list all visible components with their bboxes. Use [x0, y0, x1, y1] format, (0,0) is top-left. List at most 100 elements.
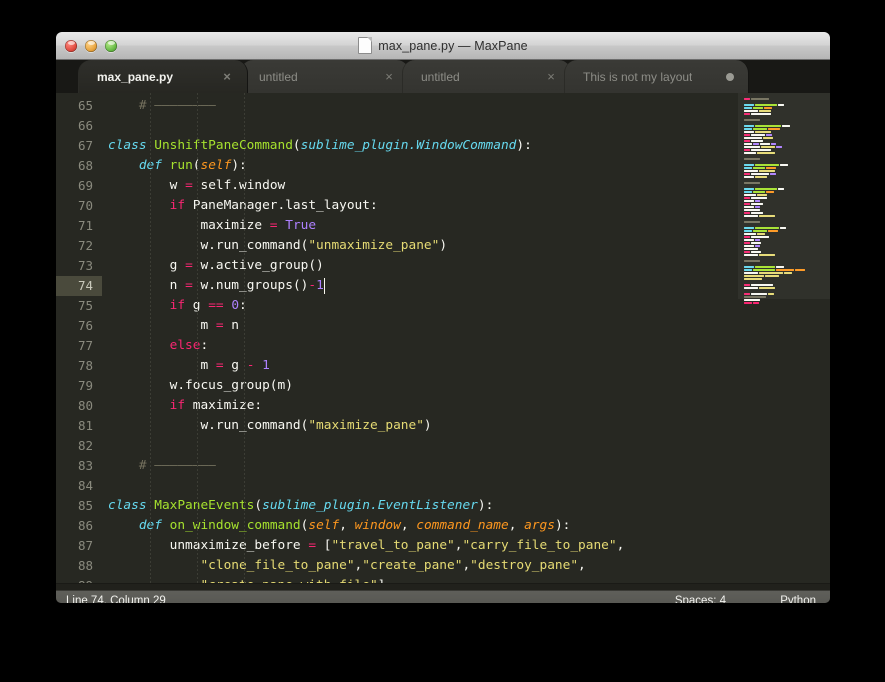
minimap-segment [744, 220, 760, 223]
tab-close-icon[interactable]: × [383, 70, 395, 83]
minimap-segment [753, 127, 767, 130]
minimap-segment [744, 199, 754, 202]
code-line[interactable] [108, 476, 738, 496]
line-number: 67 [77, 138, 93, 153]
line-number: 76 [77, 318, 93, 333]
horizontal-scrollbar[interactable] [56, 583, 830, 590]
minimap-segment [751, 283, 773, 286]
code-token: "unmaximize_pane" [308, 238, 440, 253]
code-line[interactable]: maximize = True [108, 216, 738, 236]
code-token: = [185, 258, 193, 273]
code-line[interactable]: if PaneManager.last_layout: [108, 196, 738, 216]
minimap-segment [744, 214, 758, 217]
status-bar: Line 74, Column 29 Spaces: 4 Python [56, 590, 830, 603]
code-token: window [354, 518, 401, 533]
line-number: 72 [77, 238, 93, 253]
code-line[interactable]: unmaximize_before = ["travel_to_pane","c… [108, 536, 738, 556]
minimap-segment [744, 142, 752, 145]
code-line[interactable]: m = n [108, 316, 738, 336]
minimap-segment [744, 193, 756, 196]
code-token: == [208, 298, 224, 313]
minimap-segment [744, 238, 754, 241]
code-content[interactable]: # ———————— class UnshiftPaneCommand(subl… [102, 93, 738, 583]
code-token: if [169, 298, 193, 313]
line-number: 88 [77, 558, 93, 573]
tab-unsaved-dot-icon[interactable] [726, 72, 734, 81]
code-line[interactable]: n = w.num_groups()-1 [108, 276, 738, 296]
minimap-segment [744, 163, 754, 166]
code-line[interactable] [108, 116, 738, 136]
code-line[interactable] [108, 436, 738, 456]
code-line[interactable]: def run(self): [108, 156, 738, 176]
code-token: g [169, 258, 186, 273]
minimap-segment [766, 190, 774, 193]
code-line[interactable]: w.run_command("unmaximize_pane") [108, 236, 738, 256]
line-number: 86 [77, 518, 93, 533]
minimize-window-button[interactable] [85, 39, 97, 52]
minimap-segment [744, 151, 756, 154]
minimap-segment [755, 187, 777, 190]
code-line[interactable]: w.run_command("maximize_pane") [108, 416, 738, 436]
line-number: 68 [77, 158, 93, 173]
code-line[interactable]: class UnshiftPaneCommand(sublime_plugin.… [108, 136, 738, 156]
tab-untitled-1[interactable]: untitled × [240, 60, 410, 93]
tab-untitled-2[interactable]: untitled × [402, 60, 572, 93]
minimap-segment [744, 253, 758, 256]
code-line[interactable]: if maximize: [108, 396, 738, 416]
minimap-segment [744, 241, 750, 244]
code-line[interactable]: class MaxPaneEvents(sublime_plugin.Event… [108, 496, 738, 516]
minimap-segment [744, 124, 754, 127]
code-token: , [339, 518, 355, 533]
minimap-segment [753, 106, 763, 109]
code-line[interactable]: else: [108, 336, 738, 356]
minimap-segment [755, 238, 760, 241]
minimap-segment [744, 148, 750, 151]
minimap-segment [784, 271, 792, 274]
editor-area[interactable]: 65 66 67 68 69 70 71 72 73 74 75 76 77 78 79 80 81 82 83 84… [56, 93, 830, 583]
minimap-segment [744, 127, 752, 130]
tab-label: This is not my layout [583, 69, 693, 84]
code-token: self [200, 158, 232, 173]
code-token: [ [316, 538, 332, 553]
code-token: , [462, 558, 471, 573]
line-number: 83 [77, 458, 93, 473]
minimap-segment [755, 205, 760, 208]
code-line[interactable]: # ———————— [108, 96, 738, 116]
code-line[interactable]: "create_pane_with_file"] [108, 576, 738, 583]
zoom-window-button[interactable] [105, 39, 117, 52]
code-line[interactable]: "clone_file_to_pane","create_pane","dest… [108, 556, 738, 576]
minimap-segment [744, 166, 752, 169]
indentation-status[interactable]: Spaces: 4 [596, 595, 726, 604]
tab-close-icon[interactable]: × [221, 70, 233, 83]
tab-max-pane-py[interactable]: max_pane.py × [78, 60, 248, 93]
code-token: ( [192, 158, 201, 173]
minimap-segment [744, 259, 760, 262]
window-titlebar[interactable]: max_pane.py — MaxPane [56, 32, 830, 60]
code-line[interactable]: # ———————— [108, 456, 738, 476]
minimap-segment [744, 133, 750, 136]
code-token: "create_pane" [362, 558, 463, 573]
cursor-position-status[interactable]: Line 74, Column 29 [66, 595, 596, 604]
minimap-segment [766, 166, 776, 169]
line-number: 87 [77, 538, 93, 553]
language-status[interactable]: Python [726, 595, 820, 604]
close-window-button[interactable] [65, 39, 77, 52]
minimap-segment [751, 202, 763, 205]
minimap-segment [744, 226, 754, 229]
code-line[interactable]: if g == 0: [108, 296, 738, 316]
tab-this-is-not-my-layout[interactable]: This is not my layout [564, 60, 749, 93]
code-token: else [169, 338, 201, 353]
line-number: 69 [77, 178, 93, 193]
minimap-segment [751, 148, 771, 151]
code-line[interactable]: g = w.active_group() [108, 256, 738, 276]
code-line[interactable]: w = self.window [108, 176, 738, 196]
code-token: ) [423, 418, 432, 433]
screenshot-canvas: max_pane.py — MaxPane max_pane.py × unti… [0, 0, 885, 682]
minimap-segment [751, 196, 767, 199]
line-number: 71 [77, 218, 93, 233]
code-line[interactable]: w.focus_group(m) [108, 376, 738, 396]
code-line[interactable]: def on_window_command(self, window, comm… [108, 516, 738, 536]
tab-close-icon[interactable]: × [545, 70, 557, 83]
code-line[interactable]: m = g - 1 [108, 356, 738, 376]
minimap[interactable] [738, 93, 830, 583]
